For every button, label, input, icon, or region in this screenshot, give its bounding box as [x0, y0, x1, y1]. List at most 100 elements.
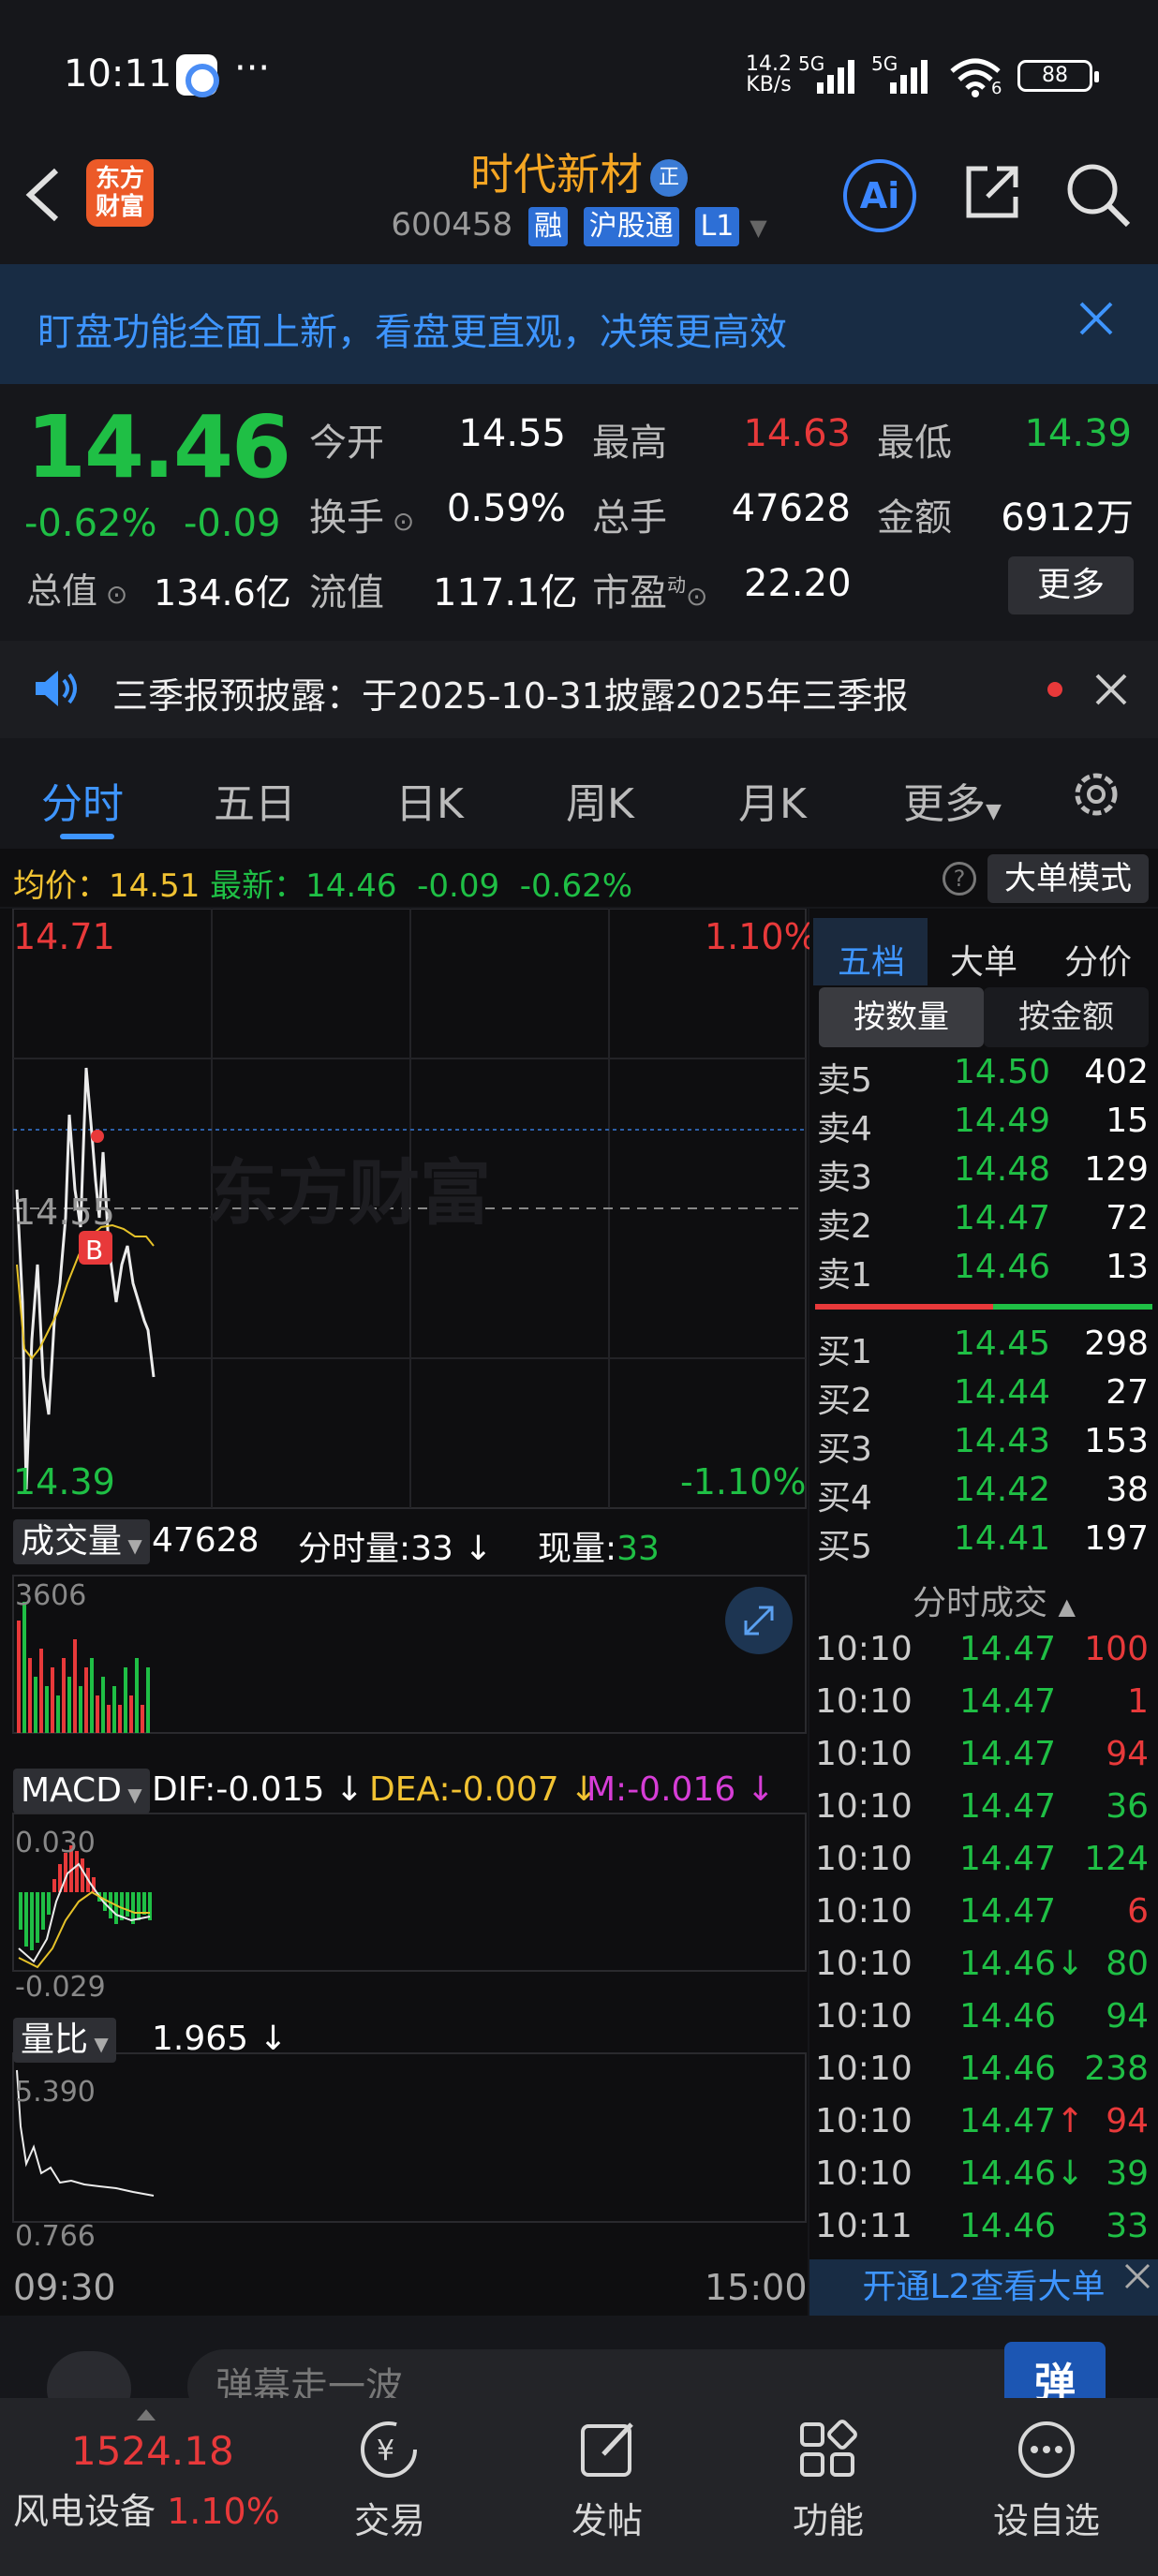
tab-five-levels[interactable]: 五档 [838, 935, 905, 984]
nav-functions[interactable]: 功能 [793, 2492, 864, 2543]
level-tag[interactable]: L1 [694, 207, 740, 246]
tab-big-orders[interactable]: 大单 [950, 935, 1017, 984]
ratio-bottom: 0.766 [15, 2220, 96, 2253]
app-notification-icon [176, 54, 219, 97]
trade-row: 10:10 14.47 94 [815, 1735, 1149, 1773]
stock-name[interactable]: 时代新材 [470, 149, 643, 200]
settings-icon[interactable] [1068, 766, 1124, 822]
index-value[interactable]: 1524.18 [71, 2428, 234, 2474]
ask-row: 卖2 14.47 72 [817, 1199, 1149, 1246]
hgt-tag: 沪股通 [583, 207, 679, 246]
margin-tag: 融 [527, 207, 568, 246]
amount-value: 6912万 [1001, 496, 1134, 540]
tab-price-dist[interactable]: 分价 [1064, 935, 1132, 984]
volume-label: 总手 [592, 496, 667, 540]
feature-banner[interactable]: 盯盘功能全面上新，看盘更直观，决策更高效 [0, 264, 1158, 384]
signal-icon-1 [817, 56, 864, 94]
info-icon: ⊙ [384, 506, 415, 537]
tab-intraday[interactable]: 分时 [41, 770, 124, 830]
notice-bar[interactable]: 三季报预披露：于2025-10-31披露2025年三季报 [0, 641, 1158, 738]
pe-label[interactable]: 市盈动⊙ [592, 562, 707, 616]
close-banner-icon[interactable] [1077, 300, 1115, 337]
search-icon[interactable] [1062, 159, 1134, 230]
help-icon[interactable]: ? [943, 862, 976, 896]
low-value: 14.39 [1024, 412, 1132, 455]
tab-5day[interactable]: 五日 [214, 770, 296, 830]
index-name[interactable]: 风电设备 1.10% [13, 2482, 280, 2534]
bid-row: 买5 14.41 197 [817, 1519, 1149, 1566]
trade-row: 10:10 14.47 1 [815, 1682, 1149, 1721]
volume-value: 47628 [731, 487, 851, 530]
ratio-top: 5.390 [15, 2076, 96, 2109]
pe-value: 22.20 [744, 562, 852, 605]
trade-row: 10:10 14.47 6 [815, 1892, 1149, 1931]
float-label: 流值 [309, 571, 384, 614]
chart-bottom-pct: -1.10% [680, 1461, 807, 1503]
nav-set-watchlist[interactable]: 设自选 [993, 2492, 1100, 2543]
dropdown-icon: ▼ [122, 1534, 142, 1557]
wifi-num: 6 [991, 79, 1002, 98]
chart-top-pct: 1.10% [705, 916, 818, 957]
macd-dea: DEA:-0.007 ↓ [369, 1770, 599, 1809]
notice-text: 三季报预披露：于2025-10-31披露2025年三季报 [112, 675, 909, 717]
ask-row: 卖5 14.50 402 [817, 1053, 1149, 1100]
open-value: 14.55 [458, 412, 566, 455]
trade-row: 10:10 14.47 124 [815, 1840, 1149, 1878]
more-quote-button[interactable]: 更多 [1008, 556, 1134, 614]
trade-row: 10:10 14.46 ↓ 80 [815, 1945, 1149, 1983]
tab-daily[interactable]: 日K [395, 770, 464, 830]
macd-indicator-button[interactable]: MACD ▼ [13, 1769, 150, 1814]
trade-row: 10:10 14.47 100 [815, 1630, 1149, 1668]
chart-top-price: 14.71 [13, 916, 115, 957]
change-pct: -0.62% [24, 502, 157, 545]
big-order-mode-button[interactable]: 大单模式 [987, 854, 1149, 903]
dropdown-icon[interactable]: ▼ [750, 215, 766, 241]
volume-ratio-button[interactable]: 量比 ▼ [13, 2018, 116, 2063]
seg-by-quantity[interactable]: 按数量 [819, 987, 984, 1047]
nav-trade[interactable]: 交易 [354, 2492, 425, 2543]
tab-more[interactable]: 更多▼ [903, 770, 1002, 830]
svg-text:B: B [85, 1235, 103, 1266]
volume-total: 47628 [152, 1521, 260, 1560]
bid-row: 买4 14.42 38 [817, 1471, 1149, 1517]
verified-badge: 正 [650, 158, 688, 197]
expand-index-icon[interactable] [137, 2409, 156, 2421]
dropdown-icon: ▼ [121, 1784, 142, 1806]
mcap-label[interactable]: 总值 ⊙ [26, 562, 127, 614]
tab-weekly[interactable]: 周K [566, 770, 634, 830]
low-label: 最低 [877, 422, 952, 465]
avg-price: 均价：14.51 最新：14.46 -0.09 -0.62% [13, 867, 633, 905]
close-notice-icon[interactable] [1094, 673, 1128, 706]
active-tab-indicator [60, 834, 114, 839]
info-icon: ⊙ [97, 579, 128, 610]
share-icon[interactable] [959, 159, 1025, 225]
collapse-icon: ▲ [1058, 1593, 1076, 1620]
buy-strength-bar [815, 1304, 993, 1310]
volume-bars [17, 1602, 150, 1733]
chart-bottom-price: 14.39 [13, 1461, 115, 1503]
ai-button[interactable]: Ai [843, 159, 916, 232]
svg-text:¥: ¥ [377, 2435, 394, 2467]
open-label: 今开 [309, 422, 384, 465]
seg-by-amount[interactable]: 按金额 [984, 987, 1149, 1047]
info-icon: ⊙ [686, 581, 708, 612]
close-l2-icon[interactable] [1122, 2261, 1152, 2291]
tab-monthly[interactable]: 月K [738, 770, 807, 830]
trade-row: 10:10 14.47 36 [815, 1787, 1149, 1826]
trade-row: 10:10 14.47 ↑ 94 [815, 2102, 1149, 2140]
open-l2-banner[interactable]: 开通L2查看大单 [809, 2259, 1158, 2316]
macd-dif: DIF:-0.015 ↓ [152, 1770, 364, 1809]
high-label: 最高 [592, 422, 667, 465]
more-notifications-icon: ··· [234, 47, 271, 90]
turnover-label[interactable]: 换手 ⊙ [309, 487, 414, 541]
trades-title[interactable]: 分时成交 ▲ [913, 1576, 1076, 1624]
volume-indicator-button[interactable]: 成交量 ▼ [13, 1519, 150, 1564]
trade-row: 10:10 14.46 94 [815, 1997, 1149, 2036]
bid-row: 买3 14.43 153 [817, 1422, 1149, 1469]
volume-max: 3606 [15, 1579, 87, 1612]
nav-post[interactable]: 发帖 [572, 2492, 643, 2543]
float-value: 117.1亿 [433, 571, 578, 614]
intraday-chart[interactable]: 东方财富 B [0, 909, 808, 2314]
bid-row: 买2 14.44 27 [817, 1373, 1149, 1420]
signal-icon-2 [890, 56, 937, 94]
